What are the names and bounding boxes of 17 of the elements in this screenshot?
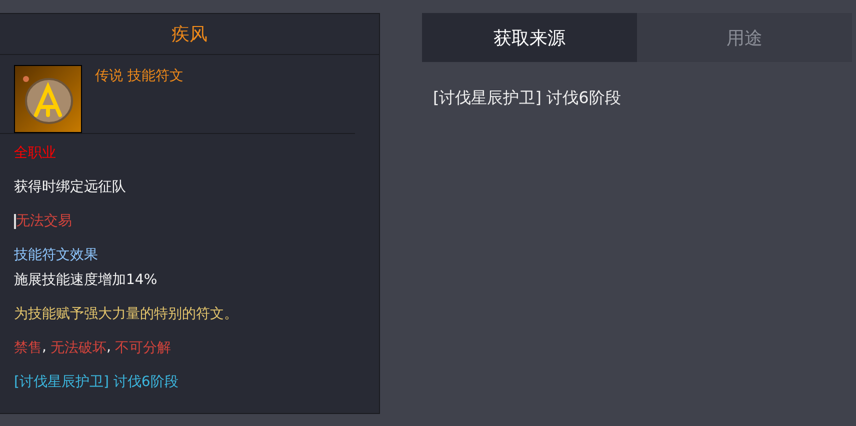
tooltip-line: 技能符文效果 — [14, 246, 98, 264]
tooltip-line: [讨伐星辰护卫] 讨伐6阶段 — [14, 373, 178, 391]
tooltip-line: 全职业 — [14, 144, 56, 162]
tooltip-line: 获得时绑定远征队 — [14, 178, 126, 196]
tooltip-line: 为技能赋予强大力量的特别的符文。 — [14, 305, 238, 323]
separator: , — [106, 339, 111, 355]
restriction-label: 禁售 — [14, 339, 42, 357]
tooltip-line: 无法交易 — [16, 212, 72, 230]
tab[interactable]: 获取来源 — [422, 13, 637, 62]
source-entry: [讨伐星辰护卫] 讨伐6阶段 — [433, 88, 622, 109]
rune-stone-icon — [14, 65, 82, 133]
tooltip-line: 施展技能速度增加14% — [14, 271, 158, 289]
restriction-label: 不可分解 — [114, 339, 171, 357]
restriction-label: 无法破坏 — [50, 339, 106, 357]
item-name: 疾风 — [172, 23, 208, 46]
separator: , — [42, 339, 46, 355]
item-grade: 传说 技能符文 — [95, 67, 184, 86]
